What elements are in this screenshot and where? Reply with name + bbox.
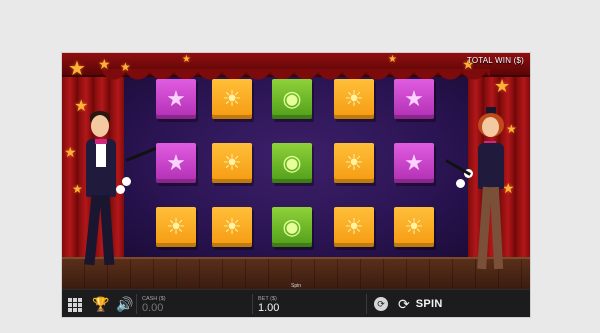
sun-icon: ☀ <box>344 150 364 175</box>
magician-figure <box>76 111 163 281</box>
cash-value: 0.00 <box>142 302 164 314</box>
magician-right-leg <box>99 194 115 266</box>
reel-symbol-sun: ☀ <box>212 207 252 247</box>
sun-icon: ☀ <box>222 86 242 111</box>
magician-head <box>91 115 109 137</box>
sun-icon: ☀ <box>222 150 242 175</box>
reel-symbol-sun: ☀ <box>156 207 196 247</box>
spin-label: SPIN <box>415 298 443 310</box>
star-icon: ★ <box>166 150 186 175</box>
reel-symbol-star: ★ <box>156 79 196 119</box>
assistant-costume <box>478 143 504 189</box>
trophy-icon[interactable]: 🏆 <box>92 296 109 312</box>
assistant-right-leg <box>489 186 504 270</box>
decor-star-icon: ★ <box>494 76 511 96</box>
magician-bowtie <box>95 139 107 144</box>
autoplay-button[interactable]: ⟳ <box>374 297 388 311</box>
reel-symbol-sun: ☀ <box>212 143 252 183</box>
reel-symbol-planet: ◉ <box>272 143 312 183</box>
reel-symbol-star: ★ <box>394 143 434 183</box>
game-window: ★ ★ ★ ★ ★ ★ ★ ★ ★ ★ ★ ★ TOTAL WIN ($) ★ … <box>62 53 530 317</box>
reel-symbol-star: ★ <box>394 79 434 119</box>
bet-value: 1.00 <box>258 302 280 314</box>
decor-star-icon: ★ <box>120 60 131 74</box>
divider <box>252 294 253 314</box>
game-stage: ★ ★ ★ ★ ★ ★ ★ ★ ★ ★ ★ ★ TOTAL WIN ($) ★ … <box>62 53 530 289</box>
assistant-wand <box>445 159 471 176</box>
decor-star-icon: ★ <box>182 54 191 65</box>
reel-grid: ★ ☀ ◉ ☀ ★ ★ ☀ ◉ ☀ ★ ☀ ☀ ◉ ☀ ☀ <box>150 75 440 285</box>
spin-caption: Spin <box>290 283 301 289</box>
magician-shirt <box>96 141 106 167</box>
planet-icon: ◉ <box>282 214 302 239</box>
total-win-label: TOTAL WIN ($) <box>466 56 524 65</box>
spin-icon: ⟳ <box>398 295 410 312</box>
speaker-icon[interactable]: 🔊 <box>116 296 133 312</box>
spin-button[interactable]: ⟳ SPIN <box>398 295 443 313</box>
decor-star-icon: ★ <box>388 54 397 65</box>
decor-star-icon: ★ <box>64 144 77 160</box>
reel-symbol-planet: ◉ <box>272 207 312 247</box>
sun-icon: ☀ <box>166 214 186 239</box>
decor-star-icon: ★ <box>68 58 86 80</box>
assistant-figure <box>444 107 526 281</box>
reel-symbol-sun: ☀ <box>334 143 374 183</box>
planet-icon: ◉ <box>282 150 302 175</box>
reel-symbol-star: ★ <box>156 143 196 183</box>
planet-icon: ◉ <box>282 86 302 111</box>
bottom-control-bar: Spin 🏆 🔊 CASH ($) 0.00 BET ($) 1.00 ⟳ ⟳ … <box>62 283 530 317</box>
reel-symbol-planet: ◉ <box>272 79 312 119</box>
star-icon: ★ <box>166 86 186 111</box>
assistant-head <box>482 117 499 137</box>
divider <box>136 294 137 314</box>
reel-symbol-sun: ☀ <box>394 207 434 247</box>
sun-icon: ☀ <box>344 86 364 111</box>
divider <box>366 294 367 314</box>
magician-glove <box>122 177 131 186</box>
sun-icon: ☀ <box>222 214 242 239</box>
reel-symbol-sun: ☀ <box>334 79 374 119</box>
assistant-glove <box>456 179 465 188</box>
reel-symbol-sun: ☀ <box>334 207 374 247</box>
magician-left-leg <box>84 194 102 266</box>
star-icon: ★ <box>404 86 424 111</box>
sun-icon: ☀ <box>404 214 424 239</box>
star-icon: ★ <box>404 150 424 175</box>
decor-star-icon: ★ <box>98 56 111 72</box>
magician-glove <box>116 185 125 194</box>
sun-icon: ☀ <box>344 214 364 239</box>
reel-symbol-sun: ☀ <box>212 79 252 119</box>
menu-grid-icon[interactable] <box>68 298 82 312</box>
